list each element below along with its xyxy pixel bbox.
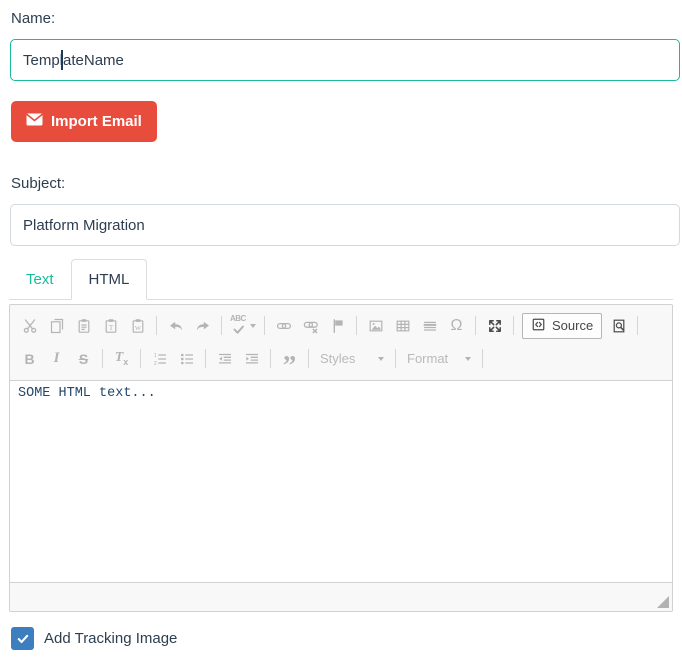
horizontal-rule-icon[interactable]: [416, 313, 443, 339]
toolbar-separator: [264, 316, 265, 335]
subject-input-wrap: [10, 204, 680, 246]
italic-icon[interactable]: I: [43, 346, 70, 372]
special-character-icon[interactable]: Ω: [443, 313, 470, 339]
toolbar-separator: [221, 316, 222, 335]
toolbar-separator: [308, 349, 309, 368]
bold-icon[interactable]: B: [16, 346, 43, 372]
source-button[interactable]: Source: [522, 313, 602, 339]
add-tracking-label: Add Tracking Image: [44, 630, 177, 647]
toolbar-separator: [356, 316, 357, 335]
decrease-indent-icon[interactable]: [211, 346, 238, 372]
tab-text[interactable]: Text: [9, 260, 71, 299]
image-icon[interactable]: [362, 313, 389, 339]
spell-check-icon[interactable]: ABC: [227, 313, 259, 339]
toolbar-separator: [140, 349, 141, 368]
styles-dropdown-label: Styles: [320, 351, 355, 366]
undo-icon[interactable]: [162, 313, 189, 339]
name-input[interactable]: [10, 39, 680, 81]
dropdown-caret-icon: [465, 357, 471, 361]
toolbar-separator: [156, 316, 157, 335]
format-dropdown-label: Format: [407, 351, 448, 366]
svg-text:T: T: [108, 323, 113, 332]
cut-icon[interactable]: [16, 313, 43, 339]
tab-html[interactable]: HTML: [71, 259, 148, 300]
toolbar-separator: [475, 316, 476, 335]
toolbar-separator: [395, 349, 396, 368]
toolbar-separator: [513, 316, 514, 335]
source-icon: [531, 317, 546, 335]
remove-format-icon[interactable]: Tx: [108, 346, 135, 372]
format-dropdown[interactable]: Format: [401, 346, 477, 372]
name-input-wrap: [10, 39, 680, 81]
name-label: Name:: [11, 10, 673, 27]
paste-from-word-icon[interactable]: W: [124, 313, 151, 339]
svg-text:2: 2: [153, 361, 156, 367]
editor-toolbar: T W A: [10, 305, 672, 381]
toolbar-separator: [482, 349, 483, 368]
subject-label: Subject:: [11, 175, 673, 192]
link-icon[interactable]: [270, 313, 297, 339]
toolbar-row-2: B I S Tx 1 2: [16, 342, 666, 375]
toolbar-separator: [102, 349, 103, 368]
toolbar-separator: [270, 349, 271, 368]
increase-indent-icon[interactable]: [238, 346, 265, 372]
editor-footer: [10, 582, 672, 611]
anchor-flag-icon[interactable]: [324, 313, 351, 339]
styles-dropdown[interactable]: Styles: [314, 346, 390, 372]
tracking-row: Add Tracking Image: [11, 627, 673, 650]
subject-input[interactable]: [10, 204, 680, 246]
dropdown-caret-icon: [378, 357, 384, 361]
numbered-list-icon[interactable]: 1 2: [146, 346, 173, 372]
unlink-icon[interactable]: [297, 313, 324, 339]
strikethrough-icon[interactable]: S: [70, 346, 97, 372]
svg-text:W: W: [134, 325, 141, 332]
import-email-label: Import Email: [51, 113, 142, 130]
toolbar-separator: [205, 349, 206, 368]
toolbar-row-1: T W A: [16, 309, 666, 342]
paste-plain-text-icon[interactable]: T: [97, 313, 124, 339]
source-button-label: Source: [552, 318, 593, 333]
svg-text:1: 1: [153, 353, 156, 359]
import-email-button[interactable]: Import Email: [11, 101, 157, 142]
checkmark-icon: [16, 632, 30, 646]
maximize-icon[interactable]: [481, 313, 508, 339]
html-source-textarea[interactable]: SOME HTML text...: [10, 381, 672, 582]
add-tracking-checkbox[interactable]: [11, 627, 34, 650]
preview-icon[interactable]: [605, 313, 632, 339]
dropdown-caret-icon: [250, 324, 256, 328]
paste-icon[interactable]: [70, 313, 97, 339]
toolbar-separator: [637, 316, 638, 335]
table-icon[interactable]: [389, 313, 416, 339]
editor-tabs: Text HTML: [9, 259, 673, 300]
text-cursor: [61, 50, 63, 70]
envelope-icon: [26, 113, 43, 130]
bulleted-list-icon[interactable]: [173, 346, 200, 372]
redo-icon[interactable]: [189, 313, 216, 339]
blockquote-icon[interactable]: ”: [276, 346, 303, 372]
resize-handle-icon[interactable]: [657, 596, 669, 608]
copy-icon[interactable]: [43, 313, 70, 339]
html-editor: T W A: [9, 304, 673, 612]
